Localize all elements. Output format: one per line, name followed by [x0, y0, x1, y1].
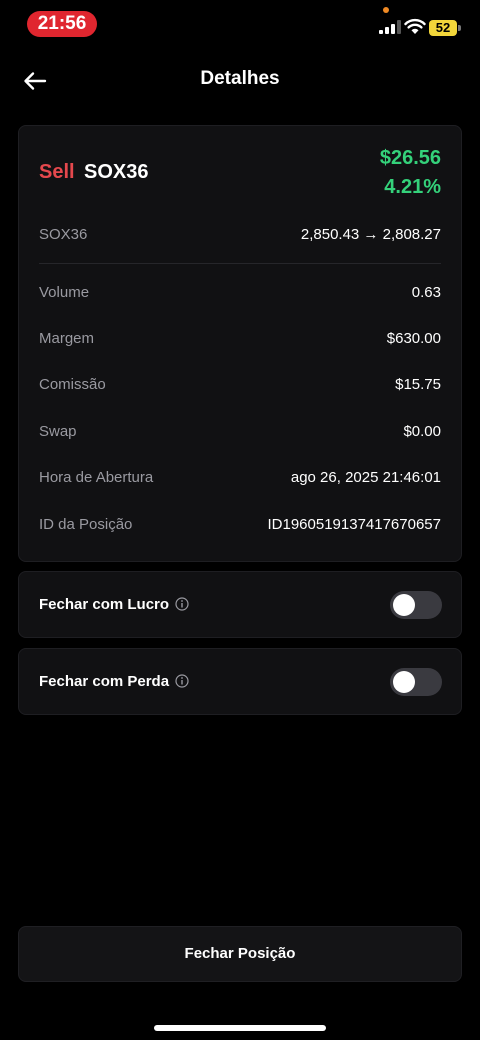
home-indicator[interactable]: [154, 1025, 326, 1031]
detail-row-volume: Volume 0.63: [39, 284, 441, 308]
privacy-indicator: [383, 7, 389, 13]
detail-row-swap: Swap $0.00: [39, 423, 441, 447]
position-details-card: Sell SOX36 $26.56 4.21% SOX36 2,850.43 →…: [18, 125, 462, 562]
price-label: SOX36: [39, 226, 88, 243]
detail-label: Hora de Abertura: [39, 469, 154, 486]
info-icon[interactable]: [175, 674, 189, 688]
position-side: Sell: [39, 161, 75, 183]
price-row: SOX36 2,850.43 → 2,808.27: [39, 226, 441, 250]
position-symbol: SOX36: [84, 161, 149, 183]
close-position-button[interactable]: Fechar Posição: [18, 926, 462, 982]
detail-row-open-time: Hora de Abertura ago 26, 2025 21:46:01: [39, 469, 441, 493]
detail-value: ID1960519137417670657: [267, 516, 441, 533]
pnl-value: $26.56: [379, 147, 441, 169]
stop-loss-card: Fechar com Perda: [18, 648, 462, 715]
price-change: 2,850.43 → 2,808.27: [300, 226, 441, 243]
divider: [39, 263, 441, 264]
toggle-knob: [393, 671, 415, 693]
stop-loss-label: Fechar com Perda: [39, 673, 170, 690]
detail-label: Comissão: [39, 376, 106, 393]
pnl-percent: 4.21%: [384, 176, 441, 198]
detail-label: ID da Posição: [39, 516, 133, 533]
detail-value: $630.00: [386, 330, 441, 347]
battery-icon: 52: [429, 20, 457, 36]
detail-value: $0.00: [403, 423, 441, 440]
take-profit-card: Fechar com Lucro: [18, 571, 462, 638]
detail-label: Swap: [39, 423, 77, 440]
detail-label: Margem: [39, 330, 95, 347]
info-icon[interactable]: [175, 597, 189, 611]
detail-row-commission: Comissão $15.75: [39, 376, 441, 400]
status-bar: 21:56 52: [0, 0, 480, 50]
detail-value: ago 26, 2025 21:46:01: [290, 469, 441, 486]
stop-loss-toggle[interactable]: [390, 668, 442, 696]
page-title: Detalhes: [200, 68, 280, 89]
detail-row-position-id: ID da Posição ID1960519137417670657: [39, 516, 441, 540]
detail-row-margin: Margem $630.00: [39, 330, 441, 354]
detail-value: $15.75: [395, 376, 441, 393]
detail-label: Volume: [39, 284, 90, 301]
toggle-knob: [393, 594, 415, 616]
detail-value: 0.63: [411, 284, 441, 301]
wifi-icon: [404, 18, 426, 34]
signal-icon: [379, 20, 401, 34]
take-profit-label: Fechar com Lucro: [39, 596, 170, 613]
battery-tip: [458, 25, 461, 31]
status-time: 21:56: [27, 11, 97, 37]
take-profit-toggle[interactable]: [390, 591, 442, 619]
